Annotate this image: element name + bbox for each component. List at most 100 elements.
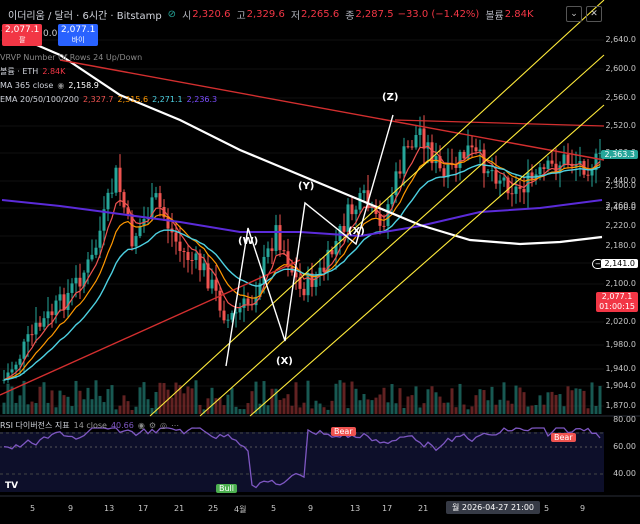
volume-bar — [50, 390, 54, 414]
time-axis-label: 5 — [544, 504, 550, 513]
chart-area[interactable]: 이더리움 / 달러 · 6시간 · Bitstamp ⊘ 시 2,320.6 고2… — [0, 0, 640, 524]
volume-bar — [490, 386, 494, 414]
candle-body — [338, 226, 342, 242]
candle-body — [422, 128, 426, 149]
indicator-ma365-label: MA 365 close — [0, 81, 54, 90]
indicator-ma365[interactable]: MA 365 close ◉ 2,158.9 — [0, 81, 99, 90]
candle-body — [186, 252, 190, 261]
volume-bar — [230, 387, 234, 414]
ema20-value: 2,327.7 — [82, 95, 114, 104]
volume-bar — [498, 399, 502, 414]
indicator-ema[interactable]: EMA 20/50/100/200 2,327.7 2,315.6 2,271.… — [0, 95, 217, 104]
volume-bar — [34, 403, 38, 414]
symbol-title[interactable]: 이더리움 / 달러 · 6시간 · Bitstamp — [8, 7, 162, 22]
volume-bar — [106, 389, 110, 414]
volume-bar — [582, 390, 586, 414]
volume-bar — [262, 381, 266, 414]
candle-body — [106, 192, 110, 210]
candle-body — [174, 232, 178, 242]
rsi-axis-label: 60.00 — [613, 442, 636, 451]
indicator-volume[interactable]: 볼륨 · ETH 2.84K — [0, 66, 65, 77]
candle-body — [134, 236, 138, 247]
rsi-pane-bg — [0, 432, 604, 492]
candle-body — [562, 154, 566, 166]
time-axis-label: 5 — [271, 504, 277, 513]
volume-bar — [314, 400, 318, 414]
candle-body — [30, 334, 34, 336]
price-axis-label: 2,640.0 — [605, 35, 636, 44]
volume-bar — [434, 392, 438, 414]
candle-body — [246, 298, 250, 305]
candle-body — [530, 172, 534, 180]
candle-body — [354, 209, 358, 215]
rsi-axis-label: 80.00 — [613, 415, 636, 424]
candle-body — [182, 250, 186, 253]
volume-bar — [198, 404, 202, 414]
volume-bar — [446, 402, 450, 414]
candle-body — [138, 226, 142, 237]
time-axis-label: 9 — [580, 504, 586, 513]
buy-label: 바이 — [71, 36, 85, 44]
volume-bar — [550, 391, 554, 414]
time-axis-label: 17 — [138, 504, 149, 513]
time-axis-label: 4월 — [234, 505, 247, 514]
volume-bar — [334, 383, 338, 414]
candle-body — [74, 277, 78, 284]
more-icon[interactable]: ⋯ — [171, 421, 179, 430]
settings-icon[interactable]: ⚙ — [149, 421, 156, 430]
candle-body — [86, 259, 90, 273]
volume-bar — [478, 389, 482, 414]
volume-bar — [90, 399, 94, 414]
volume-bar — [586, 408, 590, 414]
candle-body — [26, 334, 30, 342]
volume-bar — [558, 394, 562, 414]
candle-body — [566, 154, 570, 164]
collapse-icon[interactable]: ⌄ — [566, 6, 582, 22]
candle-body — [34, 322, 38, 335]
time-axis-label: 25 — [208, 504, 219, 513]
ma-alert-icon[interactable]: − — [592, 259, 604, 269]
volume-bar — [402, 407, 406, 414]
candle-body — [434, 156, 438, 164]
volume-bar — [570, 390, 574, 414]
volume-bar — [518, 387, 522, 414]
candle-body — [342, 226, 346, 232]
volume-bar — [414, 386, 418, 414]
rsi-label: RSI 다이버전스 지표 — [0, 421, 70, 430]
time-axis-label: 17 — [382, 504, 393, 513]
source-icon[interactable]: ◎ — [160, 421, 167, 430]
candle-body — [550, 160, 554, 164]
candle-body — [398, 171, 402, 174]
price-chart[interactable] — [0, 0, 640, 524]
volume-bar — [474, 395, 478, 414]
volume-bar — [2, 402, 6, 414]
volume-bar — [354, 388, 358, 414]
rsi-bull-tag: Bull — [216, 484, 238, 493]
indicator-rsi[interactable]: RSI 다이버전스 지표 14 close 40.66 ◉ ⚙ ◎ ⋯ — [0, 420, 179, 431]
close-icon[interactable]: ✕ — [586, 6, 602, 22]
volume-bar — [318, 403, 322, 414]
sell-button[interactable]: 2,077.1 팔 — [2, 24, 43, 46]
candle-body — [214, 279, 218, 291]
eye-icon[interactable]: ◉ — [57, 81, 64, 90]
volume-bar — [122, 395, 126, 414]
candle-body — [110, 192, 114, 194]
candle-body — [334, 241, 338, 255]
candle-body — [410, 146, 414, 148]
countdown: 01:00:15 — [599, 302, 635, 311]
volume-bar — [138, 387, 142, 414]
indicator-vrvp[interactable]: VRVP Number Of Rows 24 Up/Down — [0, 53, 142, 62]
eye-icon[interactable]: ◉ — [138, 421, 145, 430]
buy-button[interactable]: 2,077.1 바이 — [58, 24, 99, 46]
volume-bar — [562, 406, 566, 414]
ema100-value: 2,271.1 — [152, 95, 183, 104]
rsi-value: 40.66 — [110, 421, 134, 430]
volume-bar — [530, 405, 534, 414]
candle-body — [278, 225, 282, 251]
volume-bar — [450, 388, 454, 414]
candle-body — [522, 188, 526, 193]
volume-bar — [458, 383, 462, 414]
volume-bar — [418, 407, 422, 414]
volume-bar — [186, 386, 190, 414]
volume-bar — [462, 404, 466, 414]
